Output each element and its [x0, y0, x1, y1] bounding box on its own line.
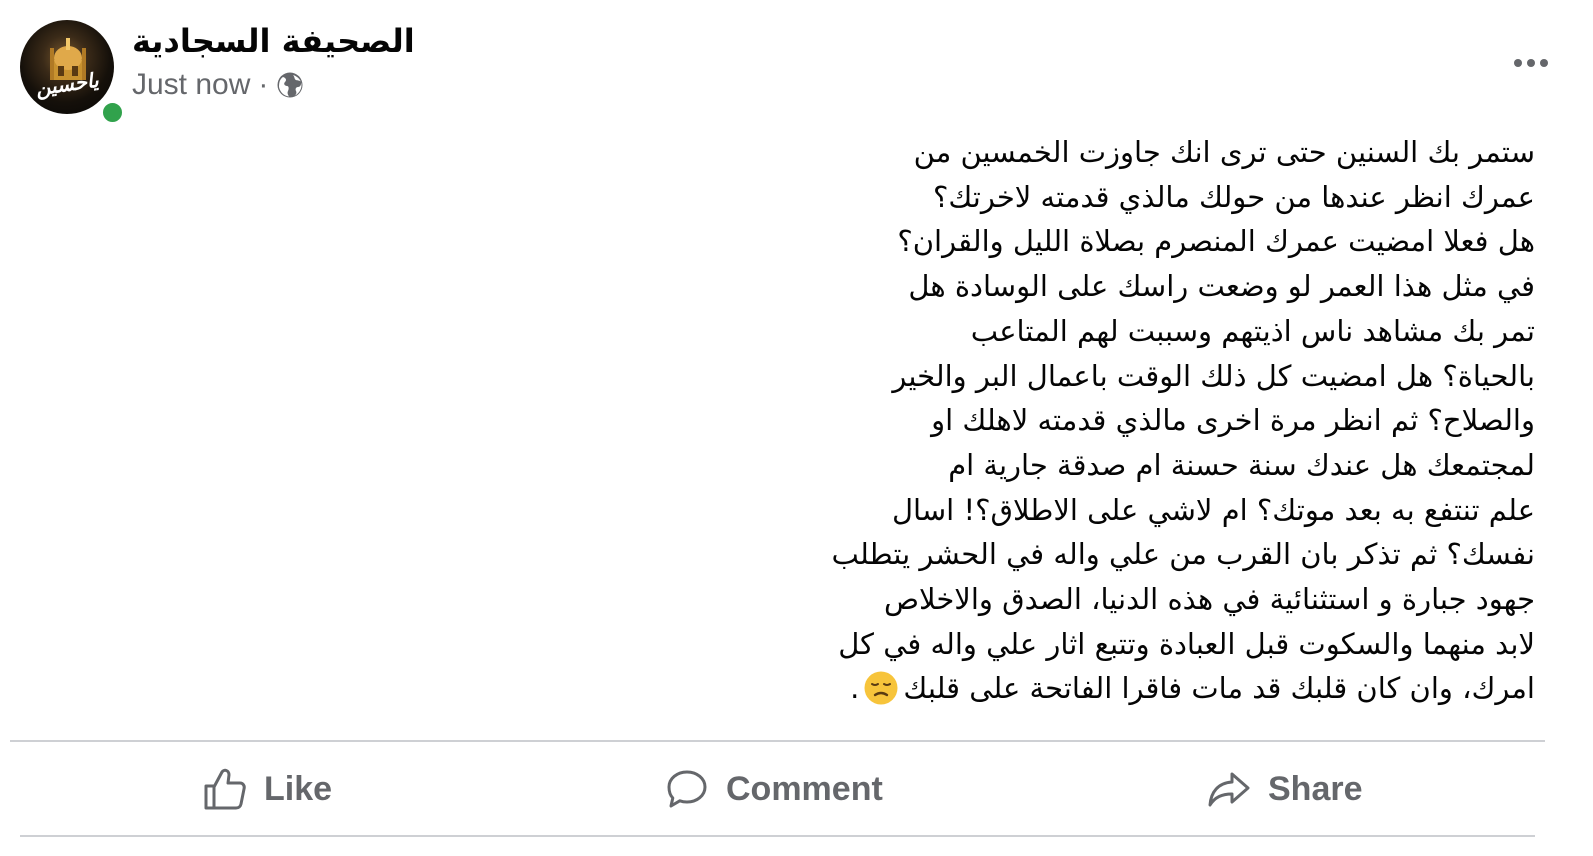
post-text-line: جهود جبارة و استثنائية في هذه الدنيا، ال…	[884, 582, 1535, 617]
actions-top-divider	[10, 740, 1545, 742]
comment-bubble-icon	[667, 770, 707, 808]
globe-icon[interactable]	[276, 71, 304, 99]
post-text-line: نفسك؟ ثم تذكر بان القرب من علي واله في ا…	[831, 537, 1535, 572]
avatar-calligraphy: ياحسين	[34, 67, 100, 101]
post-header: ياحسين الصحيفة السجادية Just now ·	[18, 18, 1575, 125]
post-text-line: بالحياة؟ هل امضيت كل ذلك الوقت باعمال ال…	[892, 358, 1535, 393]
more-options-button[interactable]	[1507, 48, 1555, 78]
like-label: Like	[264, 769, 333, 808]
share-button[interactable]: Share	[1206, 744, 1363, 834]
post-text-line: لابد منهما والسكوت قبل العبادة وتتبع اثا…	[838, 626, 1535, 661]
post-text-line: عمرك انظر عندها من حولك مالذي قدمته لاخر…	[932, 179, 1535, 214]
post-text-line: ستمر بك السنين حتى ترى انك جاوزت الخمسين…	[913, 135, 1535, 169]
online-status-dot	[100, 100, 125, 125]
post-text-last-words: امرك، وان كان قلبك قد مات فاقرا الفاتحة …	[903, 671, 1535, 706]
disappointed-face-emoji-icon	[864, 671, 898, 705]
post-text-line: لمجتمعك هل عندك سنة حسنة ام صدقة جارية ا…	[948, 447, 1535, 482]
page-avatar[interactable]: ياحسين	[20, 20, 114, 114]
post-timestamp[interactable]: Just now	[132, 68, 250, 102]
post-action-bar: Like Comment Share	[10, 744, 1545, 834]
thumbs-up-icon	[204, 768, 246, 810]
share-arrow-icon	[1208, 772, 1250, 807]
post-text-line-last: امرك، وان كان قلبك قد مات فاقرا الفاتحة …	[735, 666, 1535, 711]
meta-separator: ·	[258, 68, 269, 101]
comment-label: Comment	[726, 769, 883, 808]
post-meta: Just now ·	[132, 68, 304, 102]
actions-bottom-divider	[20, 835, 1535, 837]
post-text-line: هل فعلا امضيت عمرك المنصرم بصلاة الليل و…	[897, 224, 1535, 259]
post-text-line: والصلاح؟ ثم انظر مرة اخرى مالذي قدمته لا…	[931, 403, 1535, 438]
post-text-line: تمر بك مشاهد ناس اذيتهم وسببت لهم المتاع…	[970, 313, 1535, 348]
post-text-line: علم تنتفع به بعد موتك؟ ام لاشي على الاطل…	[891, 492, 1535, 527]
share-label: Share	[1268, 769, 1363, 808]
post-text: ستمر بك السنين حتى ترى انك جاوزت الخمسين…	[735, 130, 1535, 711]
post-text-end-mark: .	[850, 671, 860, 706]
more-options-icon	[1514, 59, 1522, 67]
page-name[interactable]: الصحيفة السجادية	[132, 22, 415, 60]
post-text-line: في مثل هذا العمر لو وضعت راسك على الوساد…	[908, 269, 1535, 304]
comment-button[interactable]: Comment	[664, 744, 883, 834]
like-button[interactable]: Like	[202, 744, 332, 834]
